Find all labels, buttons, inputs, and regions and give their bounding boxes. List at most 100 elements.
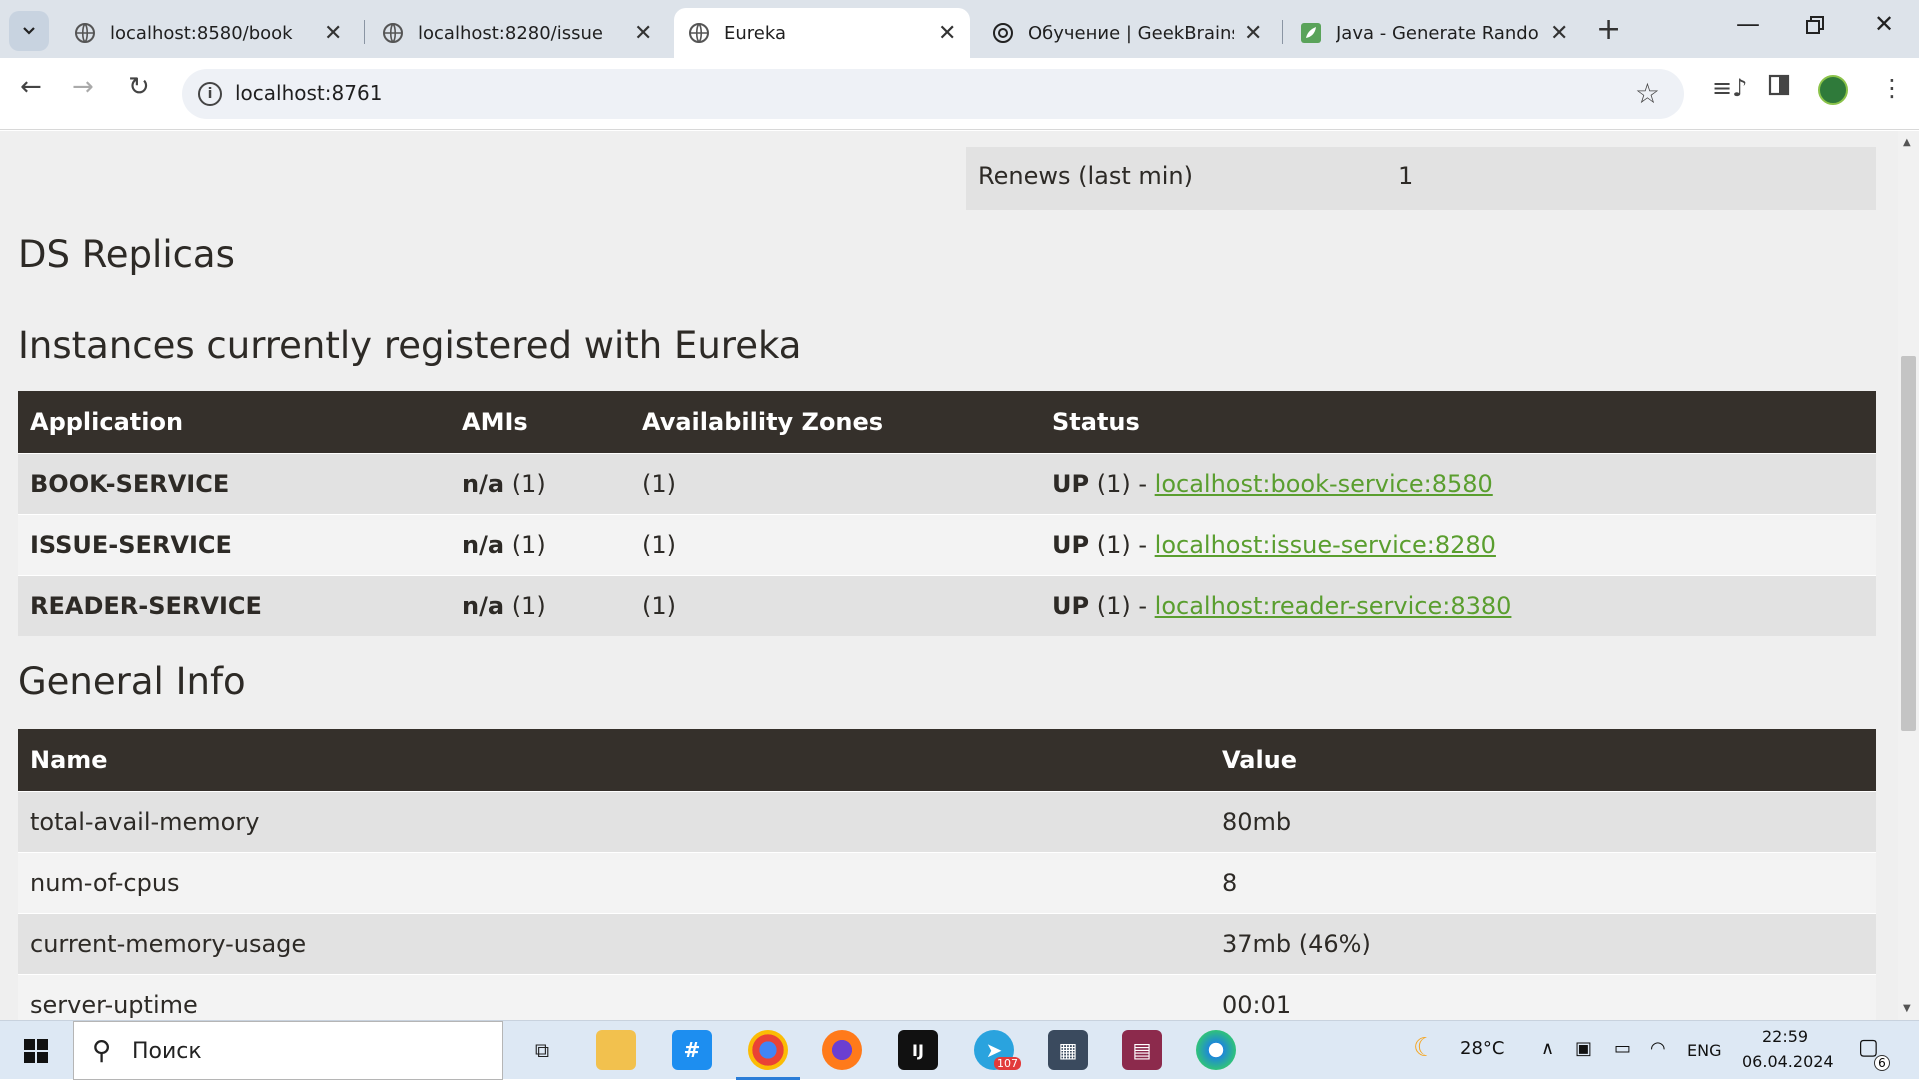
weather-temperature[interactable]: 28°C	[1460, 1038, 1504, 1059]
scroll-up-arrow-icon[interactable]: ▲	[1903, 137, 1911, 148]
ami-cell: n/a (1)	[450, 513, 630, 575]
clock-date[interactable]: 06.04.2024	[1742, 1052, 1834, 1071]
tab-java[interactable]: Java - Generate Random ✕	[1286, 8, 1582, 58]
general-info-table: Name Value total-avail-memory 80mb num-o…	[18, 729, 1876, 1020]
table-row: total-avail-memory 80mb	[18, 790, 1876, 852]
table-row: READER-SERVICE n/a (1) (1) UP (1) - loca…	[18, 574, 1876, 636]
close-icon[interactable]: ✕	[938, 21, 956, 46]
page-content: Renews (last min) 1 DS Replicas Instance…	[0, 131, 1898, 1020]
file-explorer-icon[interactable]	[596, 1030, 636, 1070]
new-tab-plus-icon[interactable]: +	[1596, 12, 1621, 47]
windows-taskbar: ⚲ Поиск ⧉ # IJ ➤ 107 ▦ ▤ ☾ 28°C ∧ ▣ ▭ ◠ …	[0, 1020, 1919, 1080]
language-indicator[interactable]: ENG	[1687, 1041, 1721, 1060]
search-icon: ⚲	[92, 1036, 112, 1066]
info-name: server-uptime	[18, 973, 1210, 1020]
ds-replicas-heading: DS Replicas	[18, 233, 235, 276]
tab-title: Обучение | GeekBrains -	[1028, 22, 1234, 44]
browser-toolbar: ← → ↻ i localhost:8761 ☆ ≡♪ ⋮	[0, 58, 1919, 130]
globe-icon	[689, 23, 709, 43]
window-close-icon[interactable]: ✕	[1874, 10, 1894, 38]
forward-arrow-icon[interactable]: →	[72, 72, 94, 102]
tab-strip: localhost:8580/book ✕ localhost:8280/iss…	[0, 0, 1919, 58]
application-name: ISSUE-SERVICE	[18, 513, 450, 575]
instance-link[interactable]: localhost:reader-service:8380	[1155, 592, 1512, 620]
table-row: num-of-cpus 8	[18, 851, 1876, 913]
tab-title: Eureka	[724, 22, 786, 44]
chrome-icon[interactable]	[748, 1030, 788, 1070]
zones-cell: (1)	[630, 452, 1040, 514]
tab-issue[interactable]: localhost:8280/issue ✕	[368, 8, 666, 58]
chevron-up-icon[interactable]: ∧	[1541, 1038, 1554, 1059]
restore-icon[interactable]	[1806, 12, 1824, 40]
instances-heading: Instances currently registered with Eure…	[18, 324, 802, 367]
taskbar-search-box[interactable]: ⚲ Поиск	[73, 1021, 503, 1080]
url-text[interactable]: localhost:8761	[235, 81, 382, 105]
back-arrow-icon[interactable]: ←	[20, 72, 42, 102]
task-view-icon[interactable]: ⧉	[522, 1030, 562, 1070]
globe-icon	[75, 23, 95, 43]
search-placeholder: Поиск	[132, 1039, 202, 1064]
intellij-icon[interactable]: IJ	[898, 1030, 938, 1070]
info-name: total-avail-memory	[18, 790, 1210, 852]
close-icon[interactable]: ✕	[1550, 21, 1568, 46]
minimize-icon[interactable]: —	[1736, 10, 1760, 38]
winrar-icon[interactable]: ▤	[1122, 1030, 1162, 1070]
bookmark-star-icon[interactable]: ☆	[1635, 77, 1660, 110]
weather-moon-icon[interactable]: ☾	[1413, 1033, 1436, 1063]
firefox-icon[interactable]	[822, 1030, 862, 1070]
address-bar[interactable]: i localhost:8761 ☆	[182, 69, 1684, 119]
media-control-icon[interactable]: ≡♪	[1712, 74, 1747, 102]
ami-cell: n/a (1)	[450, 452, 630, 514]
openai-icon	[993, 23, 1013, 43]
column-header: Name	[18, 729, 1210, 791]
column-header: Value	[1210, 729, 1876, 791]
column-header: Application	[18, 391, 450, 453]
leaf-icon	[1301, 23, 1321, 43]
site-info-icon[interactable]: i	[198, 82, 222, 106]
zones-cell: (1)	[630, 513, 1040, 575]
general-info-heading: General Info	[18, 660, 246, 703]
close-icon[interactable]: ✕	[634, 21, 652, 46]
ami-cell: n/a (1)	[450, 574, 630, 636]
tab-eureka[interactable]: Eureka ✕	[674, 8, 970, 58]
slack-icon[interactable]: #	[672, 1030, 712, 1070]
clock-time[interactable]: 22:59	[1762, 1027, 1808, 1046]
renews-label: Renews (last min)	[978, 162, 1194, 190]
info-value: 80mb	[1210, 790, 1876, 852]
display-icon[interactable]: ▣	[1575, 1038, 1592, 1059]
column-header: Availability Zones	[630, 391, 1040, 453]
profile-avatar[interactable]	[1818, 75, 1848, 105]
tab-geekbrains[interactable]: Обучение | GeekBrains - ✕	[978, 8, 1276, 58]
side-panel-icon[interactable]	[1768, 74, 1790, 102]
status-cell: UP (1) - localhost:issue-service:8280	[1040, 513, 1876, 575]
info-value: 00:01	[1210, 973, 1876, 1020]
table-row: server-uptime 00:01	[18, 973, 1876, 1020]
kebab-menu-icon[interactable]: ⋮	[1880, 74, 1904, 102]
edge-icon[interactable]	[1196, 1030, 1236, 1070]
tab-search-button[interactable]	[9, 11, 49, 51]
tab-title: localhost:8580/book	[110, 22, 293, 44]
instances-table: Application AMIs Availability Zones Stat…	[18, 391, 1876, 636]
renews-value: 1	[1398, 162, 1414, 190]
column-header: AMIs	[450, 391, 630, 453]
chevron-down-icon	[23, 27, 35, 35]
tab-title: Java - Generate Random	[1336, 22, 1540, 44]
instance-link[interactable]: localhost:issue-service:8280	[1155, 531, 1496, 559]
info-value: 8	[1210, 851, 1876, 913]
status-cell: UP (1) - localhost:reader-service:8380	[1040, 574, 1876, 636]
wifi-icon[interactable]: ◠	[1650, 1038, 1666, 1059]
zones-cell: (1)	[630, 574, 1040, 636]
page-scrollbar[interactable]: ▲ ▼	[1898, 131, 1919, 1020]
application-name: BOOK-SERVICE	[18, 452, 450, 514]
renews-row: Renews (last min) 1	[966, 147, 1876, 210]
close-icon[interactable]: ✕	[1244, 21, 1262, 46]
windows-start-icon[interactable]	[24, 1039, 48, 1063]
tab-book[interactable]: localhost:8580/book ✕	[60, 8, 356, 58]
close-icon[interactable]: ✕	[324, 21, 342, 46]
calculator-icon[interactable]: ▦	[1048, 1030, 1088, 1070]
instance-link[interactable]: localhost:book-service:8580	[1155, 470, 1493, 498]
scroll-down-arrow-icon[interactable]: ▼	[1903, 1003, 1911, 1014]
reload-icon[interactable]: ↻	[128, 72, 150, 102]
scrollbar-thumb[interactable]	[1901, 356, 1916, 731]
battery-icon[interactable]: ▭	[1614, 1038, 1631, 1059]
